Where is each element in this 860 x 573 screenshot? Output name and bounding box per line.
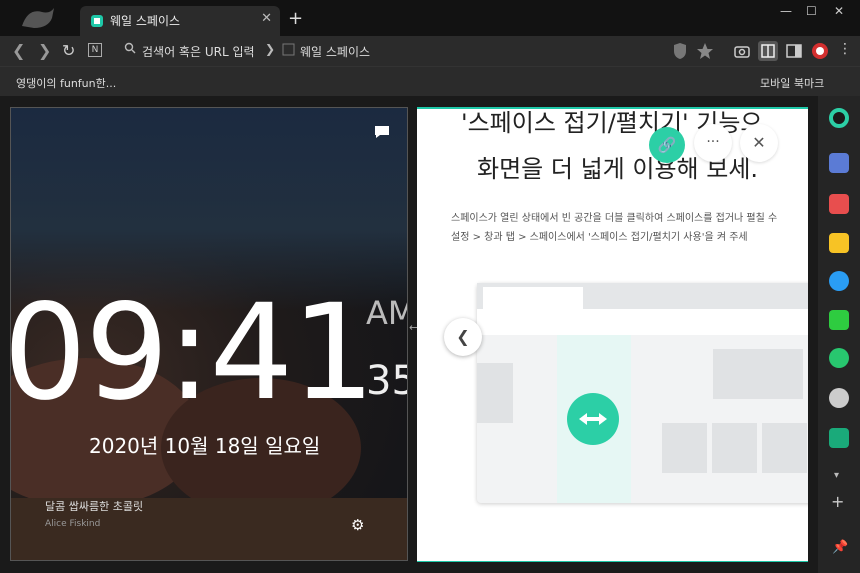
guide-text: 스페이스가 열린 상태에서 빈 공간을 더블 클릭하여 스페이스를 접거나 펼칠…: [451, 213, 778, 224]
whale-sidebar-icon[interactable]: [829, 108, 849, 128]
sidebar: ▾ + 📌: [818, 96, 860, 573]
translator-icon[interactable]: [829, 271, 849, 291]
toolbar: ❮ ❯ ↻ N 검색어 혹은 URL 입력 ❯ 웨일 스페이스 ⋮: [0, 36, 860, 66]
address-input[interactable]: 검색어 혹은 URL 입력: [142, 43, 255, 60]
page-title: 웨일 스페이스: [300, 45, 371, 59]
sidebar-more-button[interactable]: ▾: [834, 470, 839, 481]
reload-button[interactable]: ↻: [62, 41, 75, 60]
minimize-button[interactable]: —: [780, 4, 792, 18]
tab-title: 웨일 스페이스: [110, 14, 181, 28]
back-button[interactable]: ❮: [12, 41, 25, 60]
sidebar-add-button[interactable]: +: [831, 492, 844, 511]
shield-icon[interactable]: [670, 41, 690, 61]
split-view-icon[interactable]: [758, 41, 778, 61]
naver-icon[interactable]: N: [88, 43, 102, 57]
clock-seconds: 35: [366, 358, 407, 404]
close-window-button[interactable]: ✕: [834, 4, 844, 18]
pocket-icon[interactable]: [829, 194, 849, 214]
music-icon[interactable]: [829, 428, 849, 448]
browser-window: 웨일 스페이스 ✕ + — ☐ ✕ ❮ ❯ ↻ N 검색어 혹은 URL 입력 …: [0, 0, 860, 573]
chevron-right-icon: ❯: [265, 42, 276, 56]
profile-icon[interactable]: [810, 41, 830, 61]
mobile-bookmarks-folder[interactable]: 모바일 북마크: [760, 75, 824, 91]
whale-space-icon: [91, 15, 103, 27]
clock-ampm: AM: [366, 294, 407, 332]
prev-slide-button[interactable]: ❮: [444, 318, 482, 356]
naver-app-icon[interactable]: [829, 310, 849, 330]
space-page-icon: [282, 43, 295, 56]
forward-button[interactable]: ❯: [38, 41, 51, 60]
close-space-button[interactable]: ✕: [740, 124, 778, 162]
tab-close-icon[interactable]: ✕: [261, 11, 272, 26]
photo-caption: 달콤 쌉싸름한 초콜릿: [45, 500, 144, 513]
photo-credit: Alice Fiskind: [45, 519, 101, 529]
guide-text: 설정 > 창과 탭 > 스페이스에서 '스페이스 접기/펼치기 사용'을 켜 주…: [451, 232, 748, 243]
calendar-icon[interactable]: [829, 153, 849, 173]
whale-logo-icon: [22, 8, 54, 28]
more-button[interactable]: ···: [694, 124, 732, 162]
tab-whale-space[interactable]: 웨일 스페이스 ✕: [80, 6, 280, 36]
sidebar-toggle-icon[interactable]: [784, 41, 804, 61]
bookmark-star-icon[interactable]: [829, 233, 849, 253]
star-icon[interactable]: [695, 41, 715, 61]
pin-icon[interactable]: 📌: [832, 540, 848, 555]
gear-icon[interactable]: ⚙: [351, 516, 364, 534]
maximize-button[interactable]: ☐: [806, 4, 817, 18]
bookmark-bar: 영댕이의 funfun한... 모바일 북마크: [0, 66, 860, 96]
camera-icon[interactable]: [732, 41, 752, 61]
pane-border: [417, 561, 808, 562]
guide-illustration: [477, 283, 808, 503]
clock-date: 2020년 10월 18일 일요일: [89, 434, 321, 458]
tab-bar: 웨일 스페이스 ✕ + — ☐ ✕: [0, 0, 860, 36]
bookmark-item[interactable]: 영댕이의 funfun한...: [16, 75, 116, 91]
link-button[interactable]: 🔗: [649, 127, 685, 163]
new-tab-button[interactable]: +: [288, 8, 303, 29]
clock-time: 09:41: [10, 276, 375, 430]
new-tab-clock-pane: 09:41 AM 35 2020년 10월 18일 일요일 달콤 쌉싸름한 초콜…: [10, 107, 408, 561]
papago-icon[interactable]: [829, 388, 849, 408]
menu-icon[interactable]: ⋮: [838, 41, 852, 57]
content-area: 09:41 AM 35 2020년 10월 18일 일요일 달콤 쌉싸름한 초콜…: [0, 96, 818, 573]
player-icon[interactable]: [829, 348, 849, 368]
search-icon: [124, 42, 136, 54]
chat-icon[interactable]: [373, 124, 391, 140]
